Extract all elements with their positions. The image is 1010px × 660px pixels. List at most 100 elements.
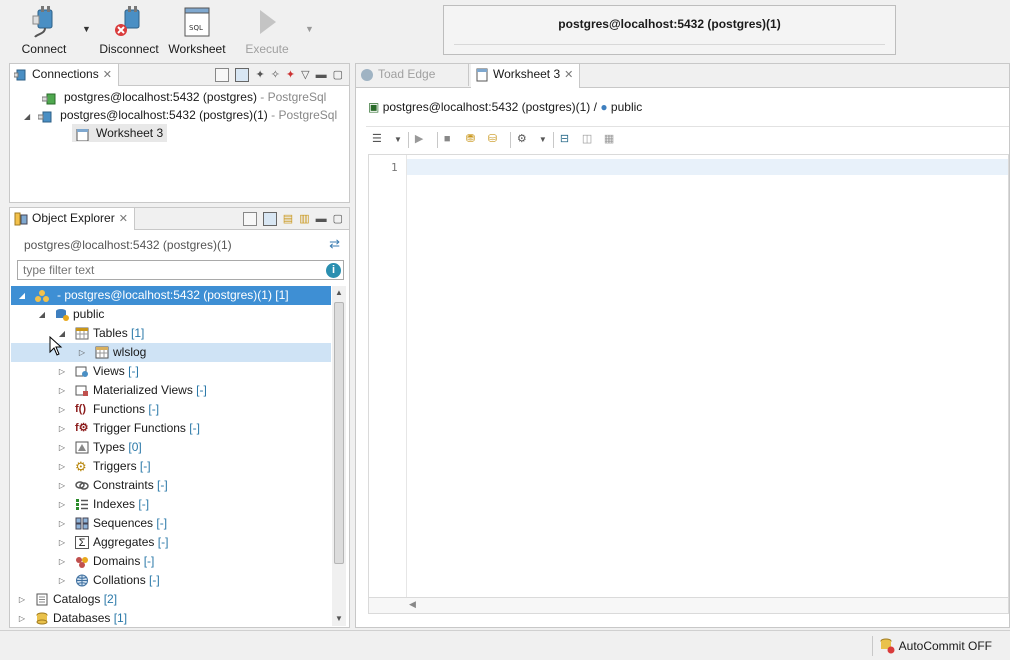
scroll-left-arrow-icon[interactable]: ◀ <box>409 599 416 610</box>
expand-arrow-icon[interactable]: ▷ <box>57 552 67 571</box>
tab-worksheet-3[interactable]: Worksheet 3 ✕ <box>471 64 581 88</box>
database-icon[interactable]: ▥ <box>299 212 309 226</box>
expand-arrow-icon[interactable]: ▷ <box>57 400 67 419</box>
minimize-icon[interactable]: ▬ <box>316 68 327 82</box>
connection-item[interactable]: postgres@localhost:5432 (postgres) - Pos… <box>41 88 326 106</box>
expand-arrow-icon[interactable]: ▷ <box>57 533 67 552</box>
close-icon[interactable]: ✕ <box>103 69 112 81</box>
editor-horizontal-scrollbar[interactable]: ◀ <box>368 598 1009 614</box>
toolbar-separator <box>407 132 409 148</box>
domains-label: Domains <box>93 554 141 568</box>
link-with-editor-icon[interactable] <box>262 212 277 226</box>
execute-label: Execute <box>245 42 289 56</box>
layout-horizontal-icon[interactable]: ⊟ <box>560 132 576 148</box>
disconnect-selected-icon[interactable]: ✦ <box>286 68 295 82</box>
connect-button[interactable]: Connect <box>18 6 70 58</box>
expand-arrow-icon[interactable]: ▷ <box>57 495 67 514</box>
close-icon[interactable]: ✕ <box>564 69 573 81</box>
tree-node-types[interactable]: ▷ Types [0] <box>11 438 331 457</box>
new-connection-icon[interactable]: ✦ <box>255 68 264 82</box>
commit-icon[interactable]: ⛃ <box>466 132 482 148</box>
tree-node-catalogs[interactable]: ▷ Catalogs [2] <box>11 590 331 609</box>
worksheet-button[interactable]: SQL Worksheet <box>168 6 226 58</box>
tree-node-databases[interactable]: ▷ Databases [1] <box>11 609 331 626</box>
maximize-icon[interactable]: ▢ <box>333 212 343 226</box>
expand-arrow-icon[interactable]: ▷ <box>57 362 67 381</box>
close-icon[interactable]: ✕ <box>119 213 128 225</box>
autocommit-toggle[interactable]: AutoCommit OFF <box>871 636 994 656</box>
sequences-count: [-] <box>156 516 168 530</box>
tab-object-explorer[interactable]: Object Explorer ✕ <box>10 208 135 230</box>
play-icon[interactable]: ▶ <box>415 132 431 148</box>
tree-node-materialized-views[interactable]: ▷ Materialized Views [-] <box>11 381 331 400</box>
format-icon[interactable]: ☰ <box>372 132 388 148</box>
tree-schema[interactable]: ◢ public <box>11 305 331 324</box>
layout-vertical-icon[interactable]: ◫ <box>582 132 598 148</box>
postgres-connection-icon <box>41 92 58 105</box>
maximize-icon[interactable]: ▢ <box>333 68 343 82</box>
expand-arrow-icon[interactable]: ▷ <box>57 419 67 438</box>
tree-node-trigger-functions[interactable]: ▷ f⚙ Trigger Functions [-] <box>11 419 331 438</box>
tree-scrollbar[interactable]: ▲ ▼ <box>332 286 346 626</box>
tree-node-indexes[interactable]: ▷ Indexes [-] <box>11 495 331 514</box>
expand-arrow-icon[interactable]: ▷ <box>57 438 67 457</box>
execute-button[interactable]: Execute <box>242 6 292 58</box>
expand-arrow-icon[interactable]: ▷ <box>57 514 67 533</box>
connections-tools: ✦ ✧ ✦ ▽ ▬ ▢ <box>215 67 343 83</box>
mouse-cursor-icon <box>49 336 63 356</box>
tree-node-aggregates[interactable]: ▷ Σ Aggregates [-] <box>11 533 331 552</box>
worksheet-item[interactable]: Worksheet 3 <box>72 124 168 142</box>
tree-node-domains[interactable]: ▷ Domains [-] <box>11 552 331 571</box>
layout-grid-icon[interactable]: ▦ <box>604 132 620 148</box>
info-icon[interactable]: i <box>326 263 341 278</box>
tree-node-sequences[interactable]: ▷ Sequences [-] <box>11 514 331 533</box>
refresh-icon[interactable]: ⇄ <box>329 236 340 252</box>
sql-editor[interactable]: 1 <box>368 154 1009 598</box>
expand-arrow-icon[interactable]: ▷ <box>17 590 27 609</box>
stop-icon[interactable]: ■ <box>444 132 460 148</box>
collapse-arrow-icon[interactable]: ◢ <box>17 286 27 305</box>
link-with-editor-icon[interactable] <box>235 68 250 82</box>
filter-input[interactable] <box>17 260 344 280</box>
tree-root[interactable]: ◢ - postgres@localhost:5432 (postgres)(1… <box>11 286 331 305</box>
filter-objects-icon[interactable]: ▤ <box>283 212 293 226</box>
tree-node-triggers[interactable]: ▷ ⚙ Triggers [-] <box>11 457 331 476</box>
format-dropdown-icon[interactable]: ▼ <box>394 133 402 147</box>
tree-node-constraints[interactable]: ▷ Constraints [-] <box>11 476 331 495</box>
expand-arrow-icon[interactable]: ▷ <box>57 571 67 590</box>
transaction-dropdown-icon[interactable]: ▼ <box>539 133 547 147</box>
collapse-all-icon[interactable] <box>215 68 230 82</box>
scroll-up-arrow-icon[interactable]: ▲ <box>332 286 346 300</box>
connect-dropdown-icon[interactable]: ▼ <box>82 24 91 34</box>
tree-node-views[interactable]: ▷ Views [-] <box>11 362 331 381</box>
expand-arrow-icon[interactable]: ▷ <box>57 381 67 400</box>
expand-arrow-icon[interactable]: ▷ <box>57 457 67 476</box>
current-line-highlight <box>407 159 1008 175</box>
tab-toad-edge[interactable]: Toad Edge <box>356 64 469 86</box>
expand-arrow-icon[interactable]: ▷ <box>77 343 87 362</box>
object-tree: ◢ - postgres@localhost:5432 (postgres)(1… <box>11 286 331 626</box>
collapse-arrow-icon[interactable]: ◢ <box>24 112 30 121</box>
scrollbar-thumb[interactable] <box>334 302 344 564</box>
collapse-arrow-icon[interactable]: ◢ <box>37 305 47 324</box>
view-menu-icon[interactable]: ▽ <box>301 68 309 82</box>
rollback-icon[interactable]: ⛁ <box>488 132 504 148</box>
views-label: Views <box>93 364 125 378</box>
tree-node-functions[interactable]: ▷ f() Functions [-] <box>11 400 331 419</box>
tree-node-collations[interactable]: ▷ Collations [-] <box>11 571 331 590</box>
breadcrumb-schema[interactable]: public <box>611 100 642 114</box>
connect-selected-icon[interactable]: ✧ <box>271 68 280 82</box>
collapse-all-icon[interactable] <box>242 212 257 226</box>
expand-arrow-icon[interactable]: ▷ <box>57 476 67 495</box>
tab-toad-edge-label: Toad Edge <box>378 67 436 81</box>
connection-item[interactable]: ◢ postgres@localhost:5432 (postgres)(1) … <box>24 106 337 124</box>
disconnect-button[interactable]: Disconnect <box>98 6 160 58</box>
execute-dropdown-icon[interactable]: ▼ <box>305 24 314 34</box>
breadcrumb-connection[interactable]: postgres@localhost:5432 (postgres)(1) / <box>383 100 597 114</box>
transaction-icon[interactable]: ⚙ <box>517 132 533 148</box>
minimize-icon[interactable]: ▬ <box>316 212 327 226</box>
tab-connections[interactable]: Connections ✕ <box>10 64 119 86</box>
scroll-down-arrow-icon[interactable]: ▼ <box>332 612 346 626</box>
expand-arrow-icon[interactable]: ▷ <box>17 609 27 626</box>
autocommit-icon <box>879 638 895 654</box>
